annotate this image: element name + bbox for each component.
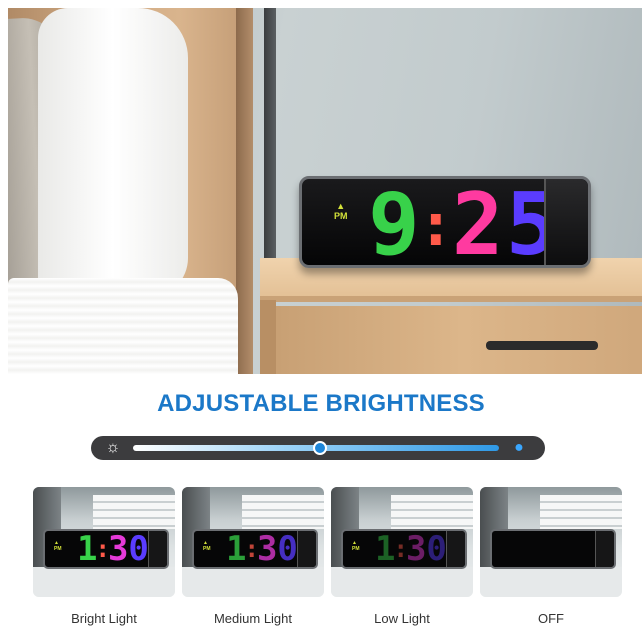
mini-clock-display: 1 : 3 0: [77, 531, 149, 567]
clock-minute-ones-digit: 0: [128, 529, 149, 569]
brightness-slider[interactable]: ☼ ●: [91, 436, 545, 460]
clock-minute-tens-digit: 3: [107, 529, 129, 569]
thumbnail-label: Medium Light: [213, 611, 293, 626]
bright-bulb-icon: ●: [514, 439, 524, 456]
hero-image: ▲ PM 9 : 2 5: [8, 8, 642, 374]
mini-clock: ▲ PM 1 : 3 0: [341, 529, 467, 569]
digital-clock: ▲ PM 9 : 2 5: [299, 176, 591, 268]
tabletop: [480, 567, 622, 597]
mini-clock: [490, 529, 616, 569]
clock-hour-digit: 1: [226, 529, 247, 569]
projector-lens: [595, 531, 614, 567]
mini-clock-display: 1 : 3 0: [375, 531, 447, 567]
nightstand-side: [260, 300, 276, 374]
clock-minute-ones-digit: 0: [426, 529, 447, 569]
bed-sheet: [8, 278, 238, 374]
thumbnail-label: Bright Light: [71, 611, 137, 626]
pm-indicator: PM: [352, 546, 360, 552]
thumbnail-label: Low Light: [374, 611, 430, 626]
clock-hour-digit: 1: [375, 529, 396, 569]
alarm-indicator: ▲ PM: [54, 540, 62, 552]
drawer-handle: [486, 341, 598, 350]
alarm-indicator: ▲ PM: [334, 201, 348, 221]
thumbnail-low: ▲ PM 1 : 3 0 Low Light: [331, 487, 473, 626]
thumbnail-bright: ▲ PM 1 : 3 0 Bright Light: [33, 487, 175, 626]
tabletop: [182, 567, 324, 597]
projector-lens: [148, 531, 167, 567]
section-heading: ADJUSTABLE BRIGHTNESS: [157, 390, 485, 417]
thumbnail-medium: ▲ PM 1 : 3 0 Medium Light: [182, 487, 324, 626]
projector-lens: [446, 531, 465, 567]
projector-lens: [297, 531, 316, 567]
shelf: [540, 495, 622, 529]
headboard-edge: [236, 8, 253, 374]
pm-indicator: PM: [203, 546, 211, 552]
pm-indicator: PM: [334, 211, 348, 221]
alarm-indicator: ▲ PM: [203, 540, 211, 552]
nightstand-lip: [260, 296, 642, 302]
thumbnail-image: ▲ PM 1 : 3 0: [182, 487, 324, 597]
mini-clock-display: 1 : 3 0: [226, 531, 298, 567]
shelf: [391, 495, 473, 529]
thumbnail-image: [480, 487, 622, 597]
tabletop: [331, 567, 473, 597]
clock-minute-ones-digit: 0: [277, 529, 298, 569]
nightstand-drawer: [276, 306, 642, 374]
tabletop: [33, 567, 175, 597]
white-pillow: [38, 8, 188, 298]
slider-thumb[interactable]: [312, 441, 327, 455]
thumbnail-label: OFF: [538, 611, 564, 626]
clock-hour-digit: 1: [77, 529, 98, 569]
clock-minute-tens-digit: 3: [256, 529, 278, 569]
clock-colon: :: [417, 190, 456, 260]
alarm-indicator: ▲ PM: [352, 540, 360, 552]
thumbnail-off: OFF: [480, 487, 622, 626]
dim-sun-icon: ☼: [105, 439, 121, 456]
clock-minute-tens-digit: 2: [451, 175, 506, 275]
projector-lens: [544, 179, 588, 265]
shelf: [242, 495, 324, 529]
clock-minute-tens-digit: 3: [405, 529, 427, 569]
thumbnail-image: ▲ PM 1 : 3 0: [331, 487, 473, 597]
pm-indicator: PM: [54, 546, 62, 552]
clock-hour-digit: 9: [368, 175, 422, 275]
thumbnail-image: ▲ PM 1 : 3 0: [33, 487, 175, 597]
slider-track[interactable]: [133, 441, 499, 455]
bell-icon: ▲: [336, 201, 346, 211]
mini-clock: ▲ PM 1 : 3 0: [192, 529, 318, 569]
mini-clock: ▲ PM 1 : 3 0: [43, 529, 169, 569]
shelf: [93, 495, 175, 529]
clock-display: 9 : 2 5: [368, 175, 559, 275]
brightness-examples: ▲ PM 1 : 3 0 Bright Light ▲ PM 1: 3 0 M…: [33, 487, 623, 626]
